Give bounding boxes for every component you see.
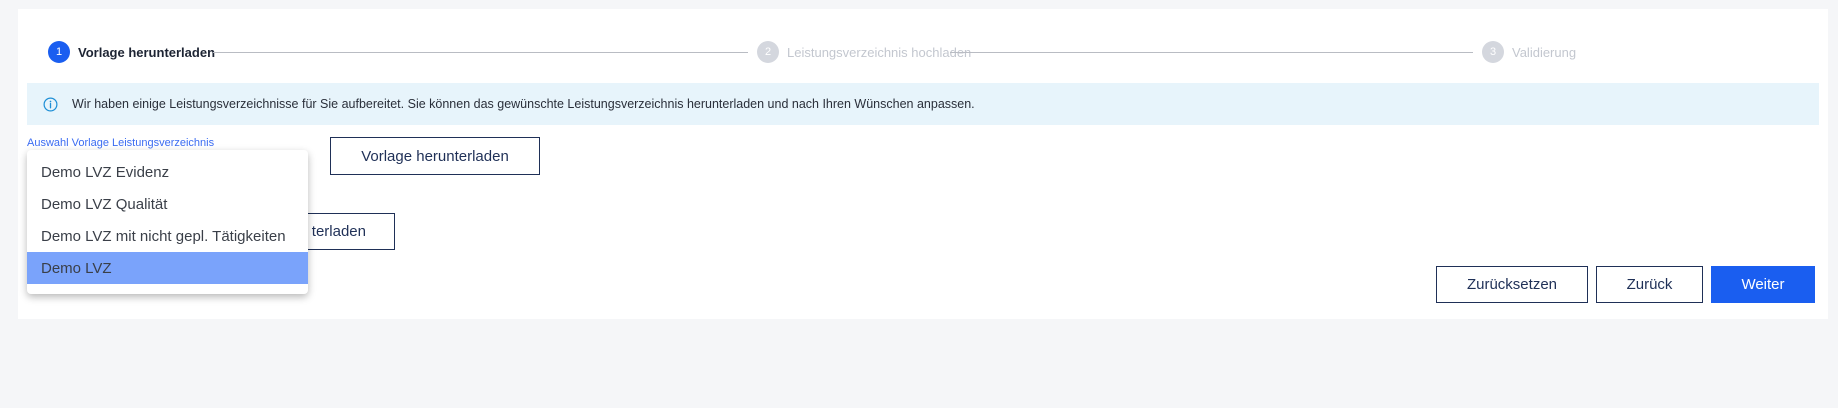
option-demo-lvz[interactable]: Demo LVZ [27,252,308,284]
step-connector-2 [950,52,1473,53]
template-select-label: Auswahl Vorlage Leistungsverzeichnis [27,137,215,149]
step-1-number: 1 [48,41,70,63]
step-connector-1 [213,52,748,53]
download-template-button[interactable]: Vorlage herunterladen [330,137,540,175]
option-demo-lvz-qualitaet[interactable]: Demo LVZ Qualität [27,188,308,220]
option-demo-lvz-evidenz[interactable]: Demo LVZ Evidenz [27,156,308,188]
step-3[interactable]: 3 Validierung [1482,41,1576,63]
reset-button[interactable]: Zurücksetzen [1436,266,1588,303]
step-1-label: Vorlage herunterladen [78,44,216,60]
info-text: Wir haben einige Leistungsverzeichnisse … [72,97,975,111]
step-1[interactable]: 1 Vorlage herunterladen [48,41,215,63]
step-2[interactable]: 2 Leistungsverzeichnis hochladen [757,41,971,63]
step-2-label: Leistungsverzeichnis hochladen [787,44,972,60]
template-select-dropdown[interactable]: Demo LVZ Evidenz Demo LVZ Qualität Demo … [27,150,308,294]
info-circle-icon [43,97,58,111]
next-button[interactable]: Weiter [1711,266,1815,303]
back-button[interactable]: Zurück [1596,266,1703,303]
step-2-number: 2 [757,41,779,63]
step-3-number: 3 [1482,41,1504,63]
option-demo-lvz-nicht-gepl[interactable]: Demo LVZ mit nicht gepl. Tätigkeiten [27,220,308,252]
info-banner: Wir haben einige Leistungsverzeichnisse … [27,83,1819,125]
stepper: 1 Vorlage herunterladen 2 Leistungsverze… [48,31,1820,71]
step-3-label: Validierung [1512,44,1577,60]
